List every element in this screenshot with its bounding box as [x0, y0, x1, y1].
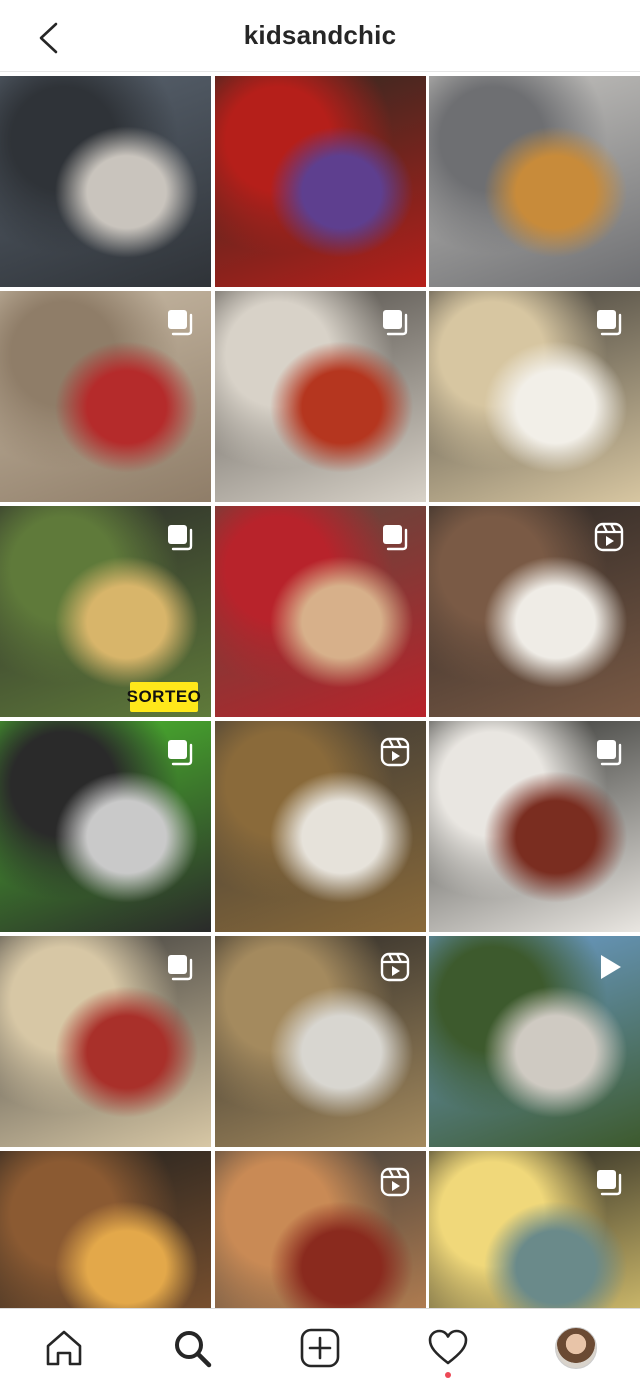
- grid-tile-cake-slice-post[interactable]: [214, 936, 426, 1147]
- top-bar: kidsandchic: [0, 0, 640, 72]
- carousel-icon: [165, 952, 195, 982]
- grid-tile-soup-bowl-post[interactable]: [214, 291, 426, 502]
- reels-icon: [594, 522, 624, 552]
- grid-tile-woman-cathedral-post[interactable]: [0, 291, 211, 502]
- carousel-icon: [165, 737, 195, 767]
- carousel-icon: [594, 1167, 624, 1197]
- grid-tile-chocolate-dessert-post[interactable]: [429, 506, 640, 717]
- nav-home[interactable]: [32, 1316, 96, 1380]
- notification-dot: [445, 1371, 451, 1378]
- home-icon: [46, 1330, 82, 1365]
- grid-tile-french-toast-post[interactable]: [429, 76, 640, 287]
- grid-tile-sorteo-locker-post[interactable]: [0, 721, 211, 932]
- reels-icon: [380, 737, 410, 767]
- carousel-icon: [165, 307, 195, 337]
- reels-icon: [380, 952, 410, 982]
- grid-tile-wine-landscape-post[interactable]: [429, 936, 640, 1147]
- grid-tile-cream-soup-post[interactable]: [214, 721, 426, 932]
- grid-tile-beer-bottle-post[interactable]: [0, 76, 211, 287]
- profile-username: kidsandchic: [243, 20, 397, 50]
- new-post-icon: [300, 1328, 340, 1367]
- grid-tile-apple-pan-post[interactable]: [214, 506, 426, 717]
- profile-avatar: [555, 1326, 597, 1369]
- grid-tile-bread-jam-post[interactable]: [0, 936, 211, 1147]
- carousel-icon: [380, 307, 410, 337]
- bottom-nav: [0, 1308, 640, 1386]
- reels-icon: [380, 1167, 410, 1197]
- nav-activity[interactable]: [416, 1316, 480, 1380]
- video-play-icon: [594, 952, 624, 982]
- nav-profile[interactable]: [544, 1316, 608, 1380]
- search-icon: [175, 1330, 212, 1367]
- sorteo-label: SORTEO: [127, 682, 201, 712]
- posts-grid: [0, 76, 640, 1386]
- activity-heart-icon: [428, 1329, 468, 1364]
- chevron-left-icon: [39, 22, 58, 54]
- nav-search[interactable]: [160, 1316, 224, 1380]
- nav-new-post[interactable]: [288, 1316, 352, 1380]
- carousel-icon: [594, 737, 624, 767]
- grid-tile-sugar-donuts-post[interactable]: [429, 291, 640, 502]
- grid-tile-strawberries-post[interactable]: [214, 76, 426, 287]
- carousel-icon: [380, 522, 410, 552]
- carousel-icon: [165, 522, 195, 552]
- back-button[interactable]: [28, 18, 68, 58]
- carousel-icon: [594, 307, 624, 337]
- grid-tile-glazed-donuts-post[interactable]: [429, 721, 640, 932]
